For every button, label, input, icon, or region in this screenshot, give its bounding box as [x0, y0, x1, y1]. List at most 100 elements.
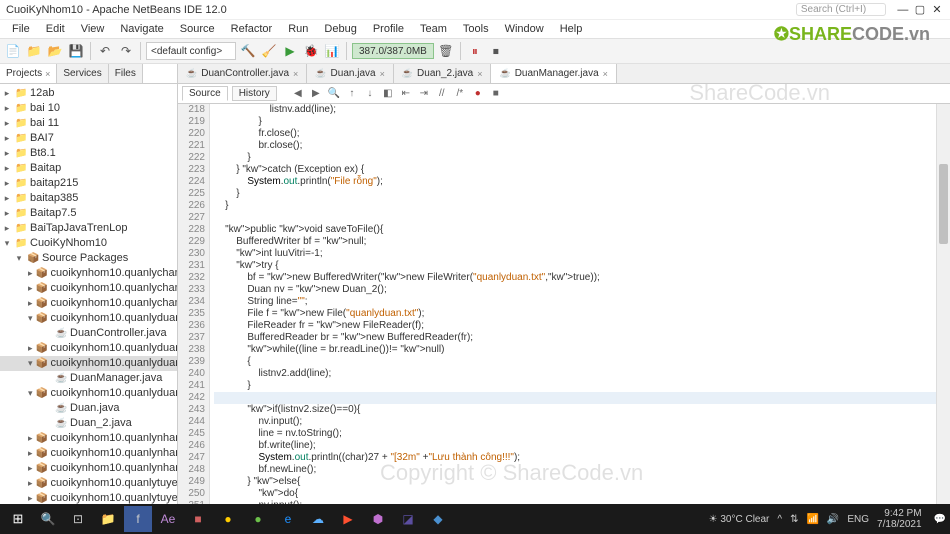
menu-source[interactable]: Source: [174, 22, 221, 36]
app-icon[interactable]: ☁: [304, 506, 332, 532]
prev-bookmark-icon[interactable]: ↑: [345, 87, 359, 101]
tree-node[interactable]: ▸📦cuoikynhom10.quanlychamcong.model: [0, 296, 177, 311]
tray-chevron-icon[interactable]: ^: [777, 514, 782, 525]
tree-node[interactable]: ▸📁bai 10: [0, 101, 177, 116]
clean-build-icon[interactable]: 🧹: [260, 42, 278, 60]
stop-icon[interactable]: ⏹: [487, 42, 505, 60]
project-tree[interactable]: ▸📁12ab▸📁bai 10▸📁bai 11▸📁BAI7▸📁Bt8.1▸📁Bai…: [0, 84, 177, 512]
app-icon[interactable]: f: [124, 506, 152, 532]
close-icon[interactable]: ✕: [930, 3, 944, 16]
close-icon[interactable]: ×: [477, 69, 482, 79]
nav-fwd-icon[interactable]: ▶: [309, 87, 323, 101]
tree-node[interactable]: ☕DuanManager.java: [0, 371, 177, 386]
app-icon[interactable]: ▶: [334, 506, 362, 532]
shift-left-icon[interactable]: ⇤: [399, 87, 413, 101]
line-gutter[interactable]: 2182192202212222232242252262272282292302…: [178, 104, 210, 512]
tree-node[interactable]: ☕DuanController.java: [0, 326, 177, 341]
profile-icon[interactable]: 📊: [323, 42, 341, 60]
menu-edit[interactable]: Edit: [40, 22, 71, 36]
tree-node[interactable]: ▸📁BAI7: [0, 131, 177, 146]
maximize-icon[interactable]: ▢: [913, 3, 927, 16]
tree-node[interactable]: ▸📁Bt8.1: [0, 146, 177, 161]
menu-tools[interactable]: Tools: [457, 22, 495, 36]
minimize-icon[interactable]: —: [896, 4, 910, 16]
tree-node[interactable]: ▸📁12ab: [0, 86, 177, 101]
tree-node[interactable]: ▾📦Source Packages: [0, 251, 177, 266]
menu-window[interactable]: Window: [499, 22, 550, 36]
tree-node[interactable]: ▸📁bai 11: [0, 116, 177, 131]
menu-team[interactable]: Team: [414, 22, 453, 36]
wifi-icon[interactable]: 📶: [806, 514, 818, 525]
editor-tab[interactable]: ☕Duan_2.java×: [394, 64, 492, 83]
search-icon[interactable]: 🔍: [34, 506, 62, 532]
language-indicator[interactable]: ENG: [847, 514, 869, 525]
taskview-icon[interactable]: ⊡: [64, 506, 92, 532]
redo-icon[interactable]: ↷: [117, 42, 135, 60]
tree-node[interactable]: ▸📦cuoikynhom10.quanlytuyendung.controlle…: [0, 476, 177, 491]
build-icon[interactable]: 🔨: [239, 42, 257, 60]
app-icon[interactable]: Ae: [154, 506, 182, 532]
close-icon[interactable]: ×: [603, 69, 608, 79]
pause-icon[interactable]: ⏸: [466, 42, 484, 60]
scroll-thumb[interactable]: [939, 164, 948, 244]
app-icon[interactable]: ●: [244, 506, 272, 532]
tree-node[interactable]: ▸📦cuoikynhom10.quanlyduan.menu: [0, 341, 177, 356]
volume-icon[interactable]: 🔊: [827, 514, 839, 525]
source-tab[interactable]: Source: [182, 86, 228, 101]
menu-debug[interactable]: Debug: [318, 22, 362, 36]
network-icon[interactable]: ⇅: [790, 514, 798, 525]
tree-node[interactable]: ▸📁baitap385: [0, 191, 177, 206]
editor-tab[interactable]: ☕DuanManager.java×: [491, 64, 616, 83]
tree-node[interactable]: ▾📦cuoikynhom10.quanlyduan.controller: [0, 311, 177, 326]
start-button[interactable]: ⊞: [4, 506, 32, 532]
tree-node[interactable]: ▸📦cuoikynhom10.quanlynhanvien.model: [0, 461, 177, 476]
tab-projects[interactable]: Projects×: [0, 64, 57, 83]
toggle-highlight-icon[interactable]: ◧: [381, 87, 395, 101]
tree-node[interactable]: ☕Duan_2.java: [0, 416, 177, 431]
memory-indicator[interactable]: 387.0/387.0MB: [352, 43, 434, 59]
menu-help[interactable]: Help: [554, 22, 589, 36]
app-icon[interactable]: ⬢: [364, 506, 392, 532]
undo-icon[interactable]: ↶: [96, 42, 114, 60]
notifications-icon[interactable]: 💬: [934, 514, 946, 525]
menu-profile[interactable]: Profile: [367, 22, 410, 36]
tree-node[interactable]: ▸📁baitap215: [0, 176, 177, 191]
tree-node[interactable]: ▸📦cuoikynhom10.quanlynhanvien.menu: [0, 446, 177, 461]
close-icon[interactable]: ×: [380, 69, 385, 79]
shift-right-icon[interactable]: ⇥: [417, 87, 431, 101]
save-all-icon[interactable]: 💾: [67, 42, 85, 60]
tree-node[interactable]: ▾📁CuoiKyNhom10: [0, 236, 177, 251]
menu-view[interactable]: View: [75, 22, 111, 36]
tree-node[interactable]: ▸📁Baitap: [0, 161, 177, 176]
tab-files[interactable]: Files: [109, 64, 143, 83]
new-project-icon[interactable]: 📁: [25, 42, 43, 60]
tree-node[interactable]: ☕Duan.java: [0, 401, 177, 416]
app-icon[interactable]: ●: [214, 506, 242, 532]
open-icon[interactable]: 📂: [46, 42, 64, 60]
tree-node[interactable]: ▸📁Baitap7.5: [0, 206, 177, 221]
comment-icon[interactable]: //: [435, 87, 449, 101]
tab-services[interactable]: Services: [57, 64, 108, 83]
app-icon[interactable]: ■: [184, 506, 212, 532]
clock[interactable]: 9:42 PM 7/18/2021: [877, 508, 926, 530]
close-icon[interactable]: ×: [45, 69, 50, 79]
history-tab[interactable]: History: [232, 86, 277, 101]
close-icon[interactable]: ×: [293, 69, 298, 79]
tree-node[interactable]: ▾📦cuoikynhom10.quanlyduan.model: [0, 386, 177, 401]
app-icon[interactable]: ◆: [424, 506, 452, 532]
search-field[interactable]: Search (Ctrl+I): [796, 3, 886, 16]
editor-tab[interactable]: ☕Duan.java×: [307, 64, 394, 83]
config-combo[interactable]: <default config>: [146, 42, 236, 60]
next-bookmark-icon[interactable]: ↓: [363, 87, 377, 101]
app-icon[interactable]: e: [274, 506, 302, 532]
tree-node[interactable]: ▸📁BaiTapJavaTrenLop: [0, 221, 177, 236]
code-editor[interactable]: listnv.add(line); } fr.close(); br.close…: [210, 104, 936, 512]
menu-run[interactable]: Run: [282, 22, 314, 36]
menu-navigate[interactable]: Navigate: [114, 22, 169, 36]
nav-back-icon[interactable]: ◀: [291, 87, 305, 101]
vertical-scrollbar[interactable]: [936, 104, 950, 512]
tree-node[interactable]: ▸📦cuoikynhom10.quanlychamcong.controller: [0, 266, 177, 281]
tree-node[interactable]: ▸📦cuoikynhom10.quanlychamcong.menu: [0, 281, 177, 296]
editor-tab[interactable]: ☕DuanController.java×: [178, 64, 307, 83]
uncomment-icon[interactable]: /*: [453, 87, 467, 101]
